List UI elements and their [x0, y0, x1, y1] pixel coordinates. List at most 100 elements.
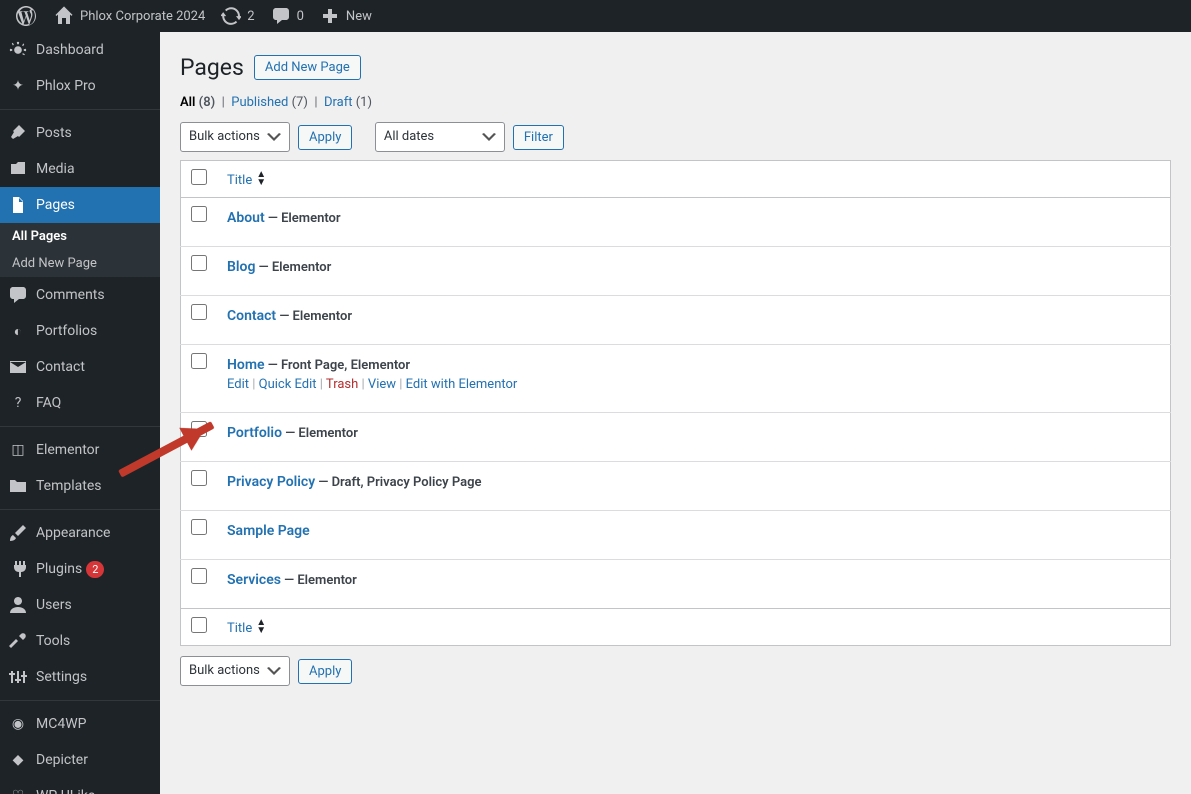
add-new-page-button[interactable]: Add New Page [254, 55, 361, 80]
table-row: Home — Front Page, ElementorEdit | Quick… [181, 345, 1171, 413]
row-title-link[interactable]: Privacy Policy [227, 474, 315, 490]
folder-icon [8, 476, 28, 496]
menu-portfolios[interactable]: ◐ Portfolios [0, 313, 160, 349]
menu-comments[interactable]: Comments [0, 277, 160, 313]
menu-contact[interactable]: Contact [0, 349, 160, 385]
action-quick-edit[interactable]: Quick Edit [259, 377, 317, 392]
comments-icon [8, 285, 28, 305]
menu-users[interactable]: Users [0, 587, 160, 623]
site-link[interactable]: Phlox Corporate 2024 [46, 0, 213, 32]
menu-label: FAQ [36, 395, 61, 411]
row-checkbox[interactable] [191, 304, 207, 320]
pages-icon [8, 195, 28, 215]
post-state: — Elementor [282, 426, 358, 441]
menu-pages[interactable]: Pages [0, 187, 160, 223]
comments-link[interactable]: 0 [263, 0, 312, 32]
menu-plugins[interactable]: Plugins 2 [0, 551, 160, 587]
mail-icon [8, 357, 28, 377]
row-checkbox[interactable] [191, 353, 207, 369]
row-title-link[interactable]: Contact [227, 308, 276, 324]
row-title-link[interactable]: Home [227, 357, 265, 373]
action-trash[interactable]: Trash [326, 377, 358, 392]
menu-label: Phlox Pro [36, 78, 96, 94]
comments-count: 0 [297, 9, 304, 24]
menu-depicter[interactable]: ◆ Depicter [0, 742, 160, 778]
settings-icon [8, 667, 28, 687]
menu-media[interactable]: Media [0, 151, 160, 187]
menu-label: MC4WP [36, 716, 86, 732]
row-checkbox[interactable] [191, 255, 207, 271]
action-edit-elementor[interactable]: Edit with Elementor [406, 377, 518, 392]
title-column-header[interactable]: Title [217, 161, 1171, 198]
tablenav-bottom: Bulk actions Apply [180, 656, 1171, 686]
wp-logo[interactable] [8, 0, 46, 32]
apply-bulk-button-bottom[interactable]: Apply [298, 659, 352, 684]
row-checkbox[interactable] [191, 568, 207, 584]
menu-faq[interactable]: ? FAQ [0, 385, 160, 421]
row-title-link[interactable]: Sample Page [227, 523, 310, 539]
menu-dashboard[interactable]: Dashboard [0, 32, 160, 68]
menu-posts[interactable]: Posts [0, 115, 160, 151]
select-all-bottom[interactable] [191, 617, 207, 633]
filter-button[interactable]: Filter [513, 125, 564, 150]
menu-label: Plugins [36, 561, 82, 577]
menu-label: Appearance [36, 525, 110, 541]
menu-phlox-pro[interactable]: ✦ Phlox Pro [0, 68, 160, 104]
row-checkbox[interactable] [191, 519, 207, 535]
menu-label: Pages [36, 197, 75, 213]
wrench-icon [8, 631, 28, 651]
table-row: Blog — Elementor [181, 247, 1171, 296]
table-row: About — Elementor [181, 198, 1171, 247]
menu-tools[interactable]: Tools [0, 623, 160, 659]
status-filters: All (8) | Published (7) | Draft (1) [180, 95, 1171, 110]
new-content-link[interactable]: New [312, 0, 380, 32]
plugins-badge: 2 [86, 561, 104, 578]
action-edit[interactable]: Edit [227, 377, 249, 392]
menu-label: Media [36, 161, 75, 177]
title-column-footer[interactable]: Title [217, 609, 1171, 646]
site-name: Phlox Corporate 2024 [80, 9, 205, 24]
menu-label: Settings [36, 669, 87, 685]
menu-settings[interactable]: Settings [0, 659, 160, 695]
submenu-add-new[interactable]: Add New Page [0, 250, 160, 277]
menu-mc4wp[interactable]: ◉ MC4WP [0, 706, 160, 742]
menu-label: Posts [36, 125, 72, 141]
menu-label: Portfolios [36, 323, 97, 339]
elementor-icon: ◫ [8, 440, 28, 460]
dashboard-icon [8, 40, 28, 60]
menu-label: Contact [36, 359, 85, 375]
row-checkbox[interactable] [191, 470, 207, 486]
mc4wp-icon: ◉ [8, 714, 28, 734]
menu-label: Elementor [36, 442, 99, 458]
row-checkbox[interactable] [191, 206, 207, 222]
bulk-actions-select[interactable]: Bulk actions [180, 122, 290, 152]
brush-icon [8, 523, 28, 543]
updates-icon [221, 6, 241, 26]
submenu-all-pages[interactable]: All Pages [0, 223, 160, 250]
filter-draft[interactable]: Draft (1) [324, 95, 372, 110]
row-actions: Edit | Quick Edit | Trash | View | Edit … [227, 377, 1160, 392]
table-row: Contact — Elementor [181, 296, 1171, 345]
menu-appearance[interactable]: Appearance [0, 515, 160, 551]
menu-label: Tools [36, 633, 70, 649]
filter-all[interactable]: All (8) [180, 95, 215, 110]
row-title-link[interactable]: About [227, 210, 265, 226]
select-all-top[interactable] [191, 169, 207, 185]
tablenav-top: Bulk actions Apply All dates Filter [180, 122, 1171, 152]
help-icon: ? [8, 393, 28, 413]
menu-templates[interactable]: Templates [0, 468, 160, 504]
user-icon [8, 595, 28, 615]
menu-wpulike[interactable]: ♡ WP ULike [0, 778, 160, 794]
filter-published[interactable]: Published (7) [231, 95, 308, 110]
date-filter-select[interactable]: All dates [375, 122, 505, 152]
apply-bulk-button[interactable]: Apply [298, 125, 352, 150]
row-title-link[interactable]: Portfolio [227, 425, 282, 441]
menu-label: WP ULike [36, 788, 95, 794]
updates-link[interactable]: 2 [213, 0, 262, 32]
bulk-actions-select-bottom[interactable]: Bulk actions [180, 656, 290, 686]
row-title-link[interactable]: Blog [227, 259, 255, 275]
comment-icon [271, 6, 291, 26]
row-title-link[interactable]: Services [227, 572, 281, 588]
menu-label: Templates [36, 478, 102, 494]
action-view[interactable]: View [368, 377, 396, 392]
